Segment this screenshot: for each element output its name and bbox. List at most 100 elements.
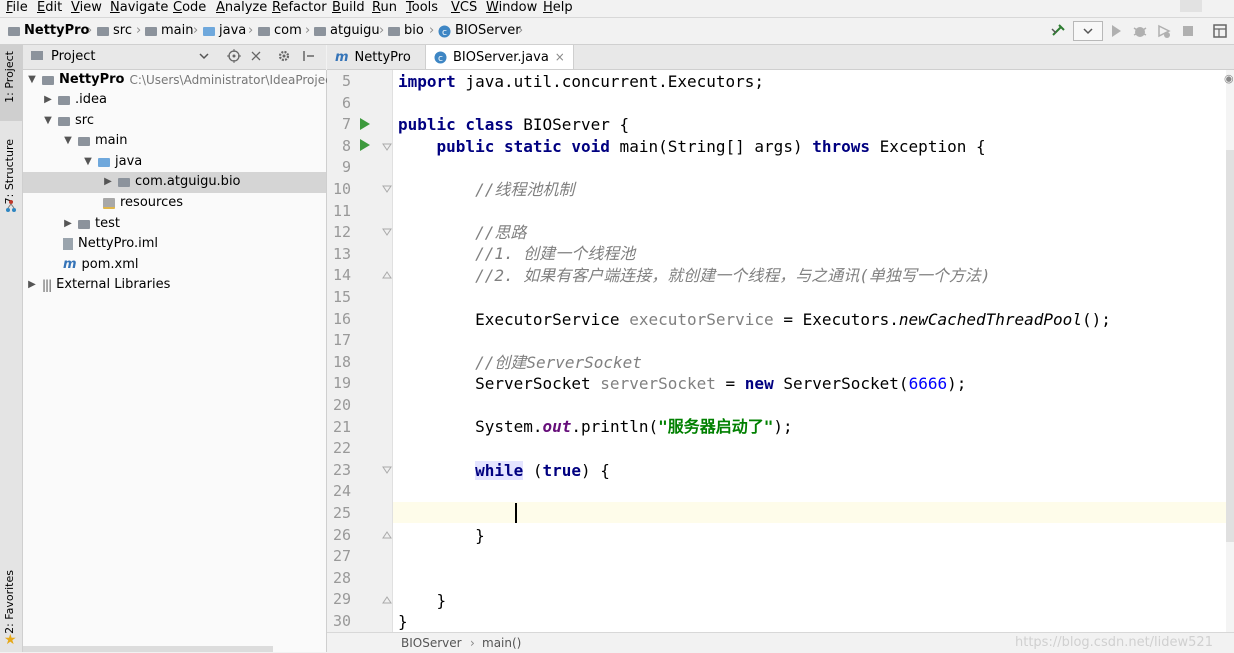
line-number: 9 (341, 158, 351, 177)
menu-file[interactable]: File (6, 0, 28, 16)
tab-bioserver-java[interactable]: c BIOServer.java × (425, 45, 574, 69)
menu-help[interactable]: Help (543, 0, 573, 16)
menu-view[interactable]: View (71, 0, 102, 16)
vertical-scrollbar[interactable] (1226, 150, 1234, 542)
menu-run[interactable]: Run (372, 0, 397, 16)
menu-build[interactable]: Build (332, 0, 365, 16)
line-number: 28 (332, 568, 351, 587)
fold-icon[interactable] (382, 530, 392, 540)
java-class-icon: c (438, 25, 451, 38)
project-panel-title[interactable]: Project (51, 49, 95, 64)
menu-vcs[interactable]: VCS (451, 0, 477, 16)
editor-breadcrumb-bar: BIOServer › main() https://blog.csdn.net… (327, 632, 1234, 653)
close-tab-icon[interactable]: × (555, 50, 565, 64)
tree-node-main[interactable]: ▼ main (63, 131, 127, 151)
chevron-right-icon: › (518, 23, 524, 38)
tree-node-java[interactable]: ▼ java (83, 152, 142, 172)
folder-icon (8, 26, 20, 36)
tree-node-src[interactable]: ▼ src (43, 111, 94, 131)
chevron-down-icon[interactable] (199, 51, 209, 61)
line-number: 11 (332, 201, 351, 220)
tree-node-pom-xml[interactable]: m pom.xml (63, 255, 139, 275)
line-number: 13 (332, 244, 351, 263)
line-number: 24 (332, 482, 351, 501)
collapse-all-icon[interactable] (249, 49, 263, 63)
chevron-right-icon: ▶ (64, 218, 72, 229)
horizontal-scrollbar[interactable] (23, 646, 273, 652)
tab-nettypro[interactable]: m NettyPro (327, 45, 419, 69)
menu-tools[interactable]: Tools (406, 0, 438, 16)
chevron-down-icon: ▼ (64, 135, 72, 146)
fold-icon[interactable] (382, 142, 392, 152)
favorites-tool-tab[interactable]: 2: Favorites (3, 570, 16, 634)
breadcrumb-atguigu[interactable]: atguigu (314, 23, 380, 39)
line-number: 12 (332, 223, 351, 242)
menu-code[interactable]: Code (173, 0, 206, 16)
menu-edit[interactable]: Edit (37, 0, 62, 16)
code-line-14: //2. 如果有客户端连接，就创建一个线程，与之通讯(单独写一个方法) (475, 266, 991, 285)
run-icon[interactable] (1108, 23, 1124, 39)
tree-node-resources[interactable]: resources (103, 193, 183, 213)
hide-panel-icon[interactable] (301, 49, 315, 63)
run-gutter-icon[interactable] (359, 117, 371, 131)
breadcrumb-com[interactable]: com (258, 23, 302, 39)
breadcrumb-nettypro[interactable]: NettyPro (8, 23, 89, 39)
menu-navigate[interactable]: Navigate (110, 0, 168, 16)
locate-icon[interactable] (227, 49, 241, 63)
fold-icon[interactable] (382, 465, 392, 475)
run-gutter-icon[interactable] (359, 138, 371, 152)
tree-node-test[interactable]: ▶ test (63, 214, 120, 234)
chevron-right-icon: › (305, 23, 311, 38)
breadcrumb-bioserver[interactable]: c BIOServer (438, 23, 521, 39)
fold-icon[interactable] (382, 184, 392, 194)
folder-icon (78, 136, 90, 146)
error-stripe[interactable] (1226, 70, 1234, 632)
folder-icon (78, 219, 90, 229)
line-number: 7 (341, 115, 351, 134)
chevron-down-icon (1083, 28, 1093, 35)
menu-analyze[interactable]: Analyze (216, 0, 267, 16)
project-tool-tab[interactable]: 1: Project (0, 45, 22, 121)
debug-icon[interactable] (1132, 23, 1148, 39)
breadcrumb-class[interactable]: BIOServer (401, 636, 462, 650)
project-folder-icon (31, 51, 43, 60)
current-line-highlight (393, 502, 1226, 523)
menu-refactor[interactable]: Refactor (272, 0, 327, 16)
line-number: 17 (332, 331, 351, 350)
run-config-dropdown[interactable] (1073, 21, 1103, 41)
fold-icon[interactable] (382, 227, 392, 237)
breadcrumb-main[interactable]: main (145, 23, 193, 39)
chevron-down-icon: ▼ (84, 156, 92, 167)
coverage-icon[interactable] (1156, 23, 1172, 39)
watermark: https://blog.csdn.net/lidew521 (1015, 635, 1213, 650)
menu-window[interactable]: Window (486, 0, 537, 16)
project-panel-header: Project (23, 45, 326, 70)
tree-node-nettypro-iml[interactable]: NettyPro.iml (63, 234, 158, 254)
tree-node-external-libraries[interactable]: ▶ ||| External Libraries (27, 275, 170, 295)
tree-node-com-atguigu-bio[interactable]: ▶ com.atguigu.bio (103, 172, 240, 192)
breadcrumb-java[interactable]: java (203, 23, 246, 39)
fold-icon[interactable] (382, 595, 392, 605)
breadcrumb-bio[interactable]: bio (388, 23, 424, 39)
chevron-right-icon: › (379, 23, 385, 38)
maven-m-icon: m (335, 49, 349, 65)
stop-icon[interactable] (1180, 23, 1196, 39)
source-folder-icon (203, 26, 215, 36)
navigation-bar: NettyPro › src › main › java › com › atg… (0, 0, 1234, 45)
breadcrumb-method[interactable]: main() (482, 636, 521, 650)
gear-icon[interactable] (277, 49, 291, 63)
project-structure-icon[interactable] (1212, 23, 1228, 39)
tree-node-nettypro[interactable]: ▼ NettyPro C:\Users\Administrator\IdeaPr… (27, 70, 336, 90)
chevron-down-icon: ▼ (44, 115, 52, 126)
code-editor[interactable]: import java.util.concurrent.Executors; p… (393, 70, 1226, 632)
fold-icon[interactable] (382, 270, 392, 280)
folder-icon (58, 95, 70, 105)
folder-icon (258, 26, 270, 36)
structure-tool-tab[interactable]: 7: Structure (3, 139, 16, 204)
line-number: 5 (341, 72, 351, 90)
breadcrumb-src[interactable]: src (97, 23, 132, 39)
tree-node-idea[interactable]: ▶ .idea (43, 90, 107, 110)
window-control[interactable] (1180, 0, 1202, 12)
inspection-eye-icon[interactable]: ◉ (1224, 72, 1234, 85)
build-hammer-icon[interactable] (1050, 23, 1066, 39)
